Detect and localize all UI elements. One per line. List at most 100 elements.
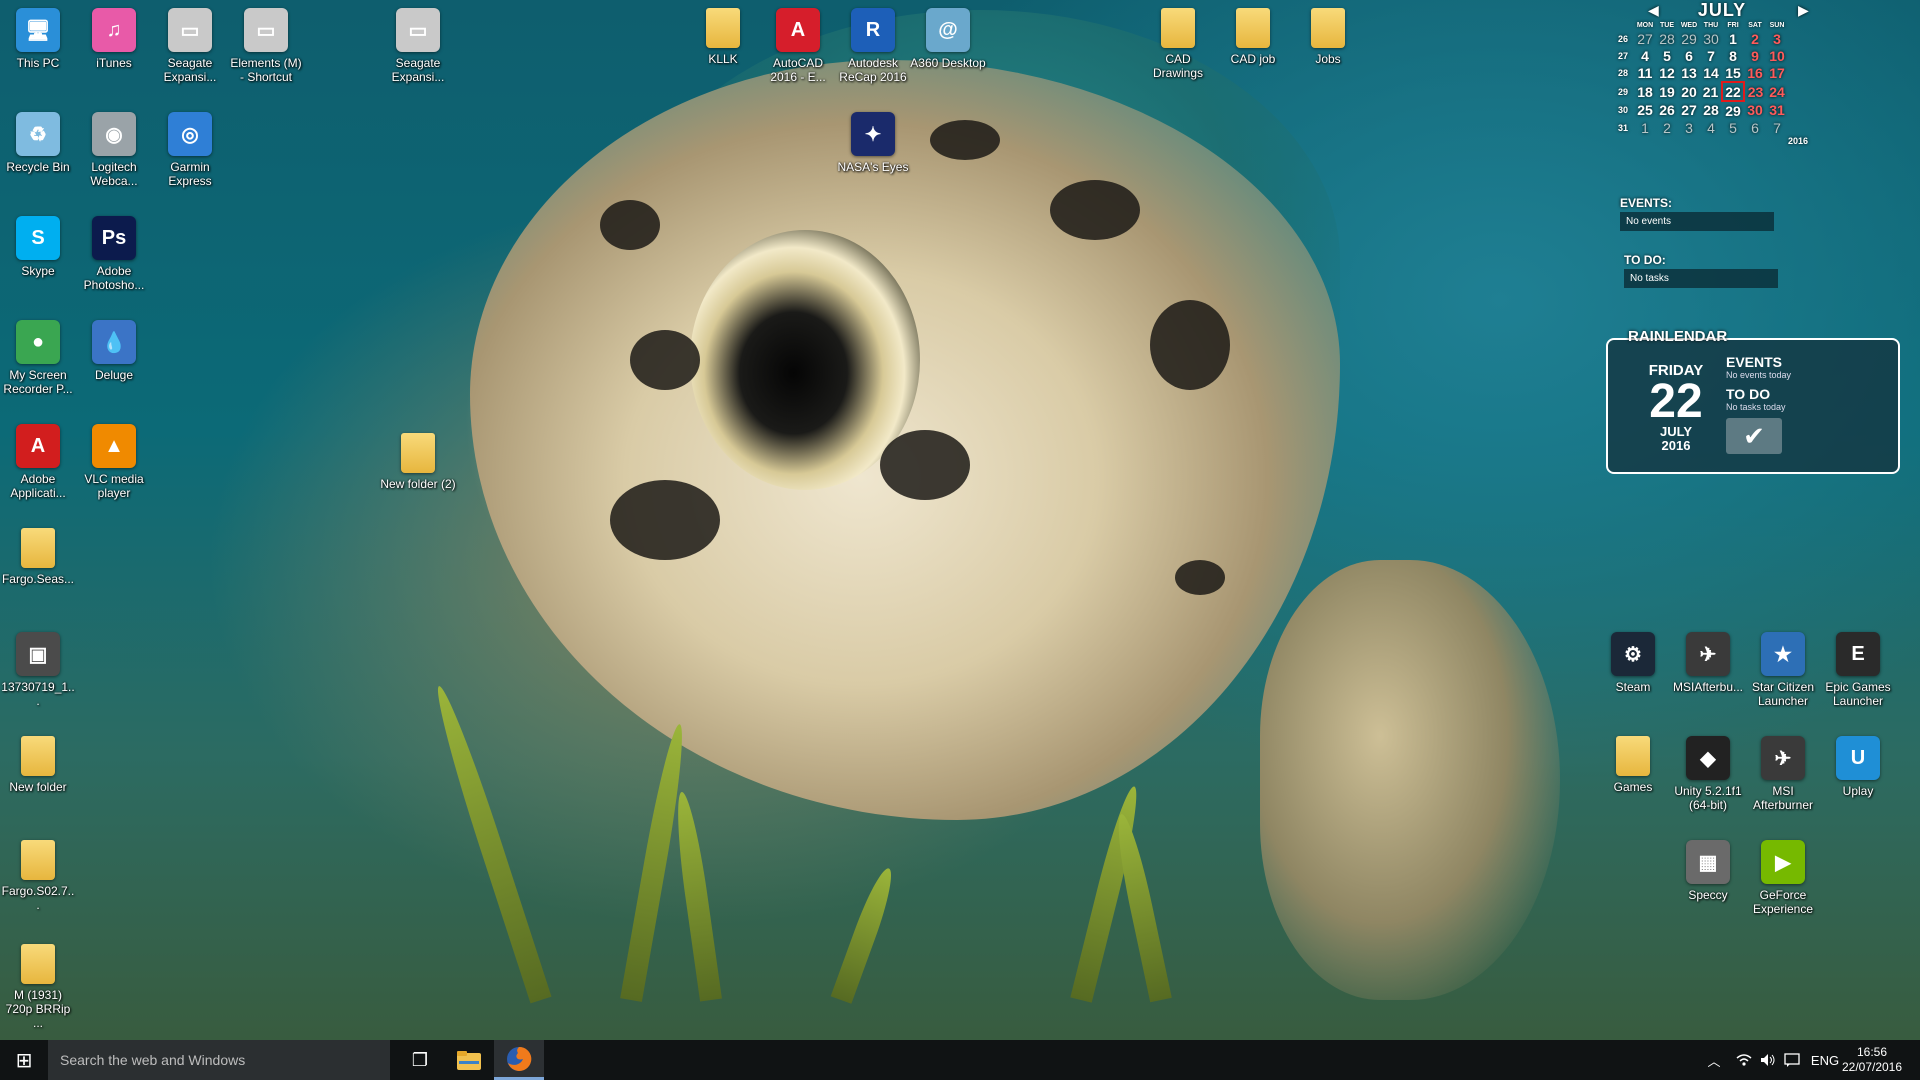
desktop-icon[interactable]: ▭ Elements (M) - Shortcut (228, 8, 304, 84)
desktop-icon[interactable]: M (1931) 720p BRRip ... (0, 944, 76, 1030)
desktop-icon[interactable]: Games (1595, 736, 1671, 794)
desktop-icon[interactable]: ◆ Unity 5.2.1f1 (64-bit) (1670, 736, 1746, 812)
desktop-icon[interactable]: ♻ Recycle Bin (0, 112, 76, 174)
action-center-button[interactable] (1780, 1040, 1804, 1080)
calendar-day[interactable]: 19 (1656, 82, 1678, 101)
start-button[interactable]: ⊞ (0, 1040, 48, 1080)
desktop-icon[interactable]: 💧 Deluge (76, 320, 152, 382)
calendar-day[interactable]: 4 (1634, 47, 1656, 64)
desktop-icon[interactable]: @ A360 Desktop (910, 8, 986, 70)
calendar-day[interactable]: 27 (1678, 101, 1700, 119)
desktop-icon[interactable]: A AutoCAD 2016 - E... (760, 8, 836, 84)
calendar-day[interactable]: 13 (1678, 64, 1700, 82)
desktop-icon[interactable]: ▭ Seagate Expansi... (380, 8, 456, 84)
desktop-icon[interactable]: CAD Drawings (1140, 8, 1216, 80)
desktop-icon[interactable]: A Adobe Applicati... (0, 424, 76, 500)
calendar-day[interactable]: 29 (1678, 30, 1700, 47)
calendar-day[interactable]: 11 (1634, 64, 1656, 82)
firefox-button[interactable] (494, 1040, 544, 1080)
calendar-day[interactable]: 24 (1766, 82, 1788, 101)
calendar-day[interactable]: 21 (1700, 82, 1722, 101)
calendar-day[interactable]: 7 (1700, 47, 1722, 64)
calendar-day[interactable]: 14 (1700, 64, 1722, 82)
desktop-icon[interactable]: ◎ Garmin Express (152, 112, 228, 188)
desktop-icon[interactable]: S Skype (0, 216, 76, 278)
calendar-day[interactable]: 30 (1744, 101, 1766, 119)
desktop-icon[interactable]: ♫ iTunes (76, 8, 152, 70)
desktop-icon[interactable]: ⚙ Steam (1595, 632, 1671, 694)
desktop-icon[interactable]: Fargo.S02.7... (0, 840, 76, 912)
calendar-day[interactable]: 31 (1766, 101, 1788, 119)
desktop-icon-label: Logitech Webca... (90, 160, 138, 188)
desktop-icon[interactable]: ● My Screen Recorder P... (0, 320, 76, 396)
calendar-day[interactable]: 18 (1634, 82, 1656, 101)
calendar-day[interactable]: 8 (1722, 47, 1744, 64)
calendar-day[interactable]: 25 (1634, 101, 1656, 119)
calendar-day[interactable]: 26 (1656, 101, 1678, 119)
desktop-icon[interactable]: Ps Adobe Photosho... (76, 216, 152, 292)
task-view-button[interactable]: ❐ (396, 1040, 444, 1080)
volume-button[interactable] (1756, 1040, 1780, 1080)
desktop-icon[interactable]: ▲ VLC media player (76, 424, 152, 500)
calendar-day[interactable]: 15 (1722, 64, 1744, 82)
calendar-day[interactable]: 3 (1678, 119, 1700, 136)
calendar-day[interactable]: 3 (1766, 30, 1788, 47)
calendar-day[interactable]: 20 (1678, 82, 1700, 101)
tray-overflow-button[interactable]: ︿ (1702, 1040, 1726, 1080)
desktop-icon[interactable]: E Epic Games Launcher (1820, 632, 1896, 708)
desktop-icon[interactable]: ★ Star Citizen Launcher (1745, 632, 1821, 708)
desktop-icon[interactable]: ▦ Speccy (1670, 840, 1746, 902)
a360-icon: @ (926, 8, 970, 52)
calendar-day[interactable]: 1 (1722, 30, 1744, 47)
desktop-icon[interactable]: ◉ Logitech Webca... (76, 112, 152, 188)
calendar-day[interactable]: 4 (1700, 119, 1722, 136)
calendar-day[interactable]: 28 (1656, 30, 1678, 47)
clock-button[interactable]: 16:56 22/07/2016 (1832, 1040, 1912, 1080)
calendar-next-icon[interactable]: ▶ (1798, 2, 1809, 19)
calendar-day[interactable]: 10 (1766, 47, 1788, 64)
desktop-icon[interactable]: ▶ GeForce Experience (1745, 840, 1821, 916)
events-heading: EVENTS: (1620, 196, 1673, 210)
desktop-icon[interactable]: 🖥 This PC (0, 8, 76, 70)
desktop-icon[interactable]: R Autodesk ReCap 2016 (835, 8, 911, 84)
desktop-icon[interactable]: New folder (0, 736, 76, 794)
desktop-icon-label: New folder (2) (380, 477, 456, 491)
volume-icon (1761, 1054, 1775, 1066)
calendar-day[interactable]: 23 (1744, 82, 1766, 101)
calendar-day[interactable]: 22 (1721, 81, 1745, 102)
desktop-icon[interactable]: Jobs (1290, 8, 1366, 66)
desktop-icon[interactable]: U Uplay (1820, 736, 1896, 798)
desktop-icon[interactable]: ▣ 13730719_1... (0, 632, 76, 708)
search-box[interactable]: Search the web and Windows (48, 1040, 390, 1080)
chevron-up-icon: ︿ (1707, 1053, 1721, 1069)
file-explorer-button[interactable] (444, 1040, 494, 1080)
calendar-day[interactable]: 9 (1744, 47, 1766, 64)
calendar-day[interactable]: 16 (1744, 64, 1766, 82)
calendar-day[interactable]: 30 (1700, 30, 1722, 47)
calendar-day[interactable]: 17 (1766, 64, 1788, 82)
rainlendar-check-button[interactable]: ✔ (1726, 418, 1782, 454)
desktop-icon[interactable]: ▭ Seagate Expansi... (152, 8, 228, 84)
calendar-day[interactable]: 29 (1722, 101, 1744, 119)
desktop-icon[interactable]: New folder (2) (380, 433, 456, 491)
desktop-icon[interactable]: ✈ MSIAfterbu... (1670, 632, 1746, 694)
desktop-icon[interactable]: ✦ NASA's Eyes (835, 112, 911, 174)
calendar-day[interactable]: 6 (1744, 119, 1766, 136)
calendar-day[interactable]: 6 (1678, 47, 1700, 64)
calendar-day[interactable]: 12 (1656, 64, 1678, 82)
network-button[interactable] (1732, 1040, 1756, 1080)
calendar-prev-icon[interactable]: ◀ (1648, 2, 1659, 19)
desktop-icon[interactable]: CAD job (1215, 8, 1291, 66)
desktop-icon[interactable]: ✈ MSI Afterburner (1745, 736, 1821, 812)
calendar-day[interactable]: 1 (1634, 119, 1656, 136)
desktop-icon[interactable]: KLLK (685, 8, 761, 66)
calendar-day[interactable]: 28 (1700, 101, 1722, 119)
desktop-icon[interactable]: Fargo.Seas... (0, 528, 76, 586)
calendar-day[interactable]: 27 (1634, 30, 1656, 47)
calendar-day[interactable]: 7 (1766, 119, 1788, 136)
calendar-day[interactable]: 5 (1722, 119, 1744, 136)
todo-heading: TO DO: (1624, 253, 1666, 267)
calendar-day[interactable]: 2 (1656, 119, 1678, 136)
calendar-day[interactable]: 2 (1744, 30, 1766, 47)
calendar-day[interactable]: 5 (1656, 47, 1678, 64)
